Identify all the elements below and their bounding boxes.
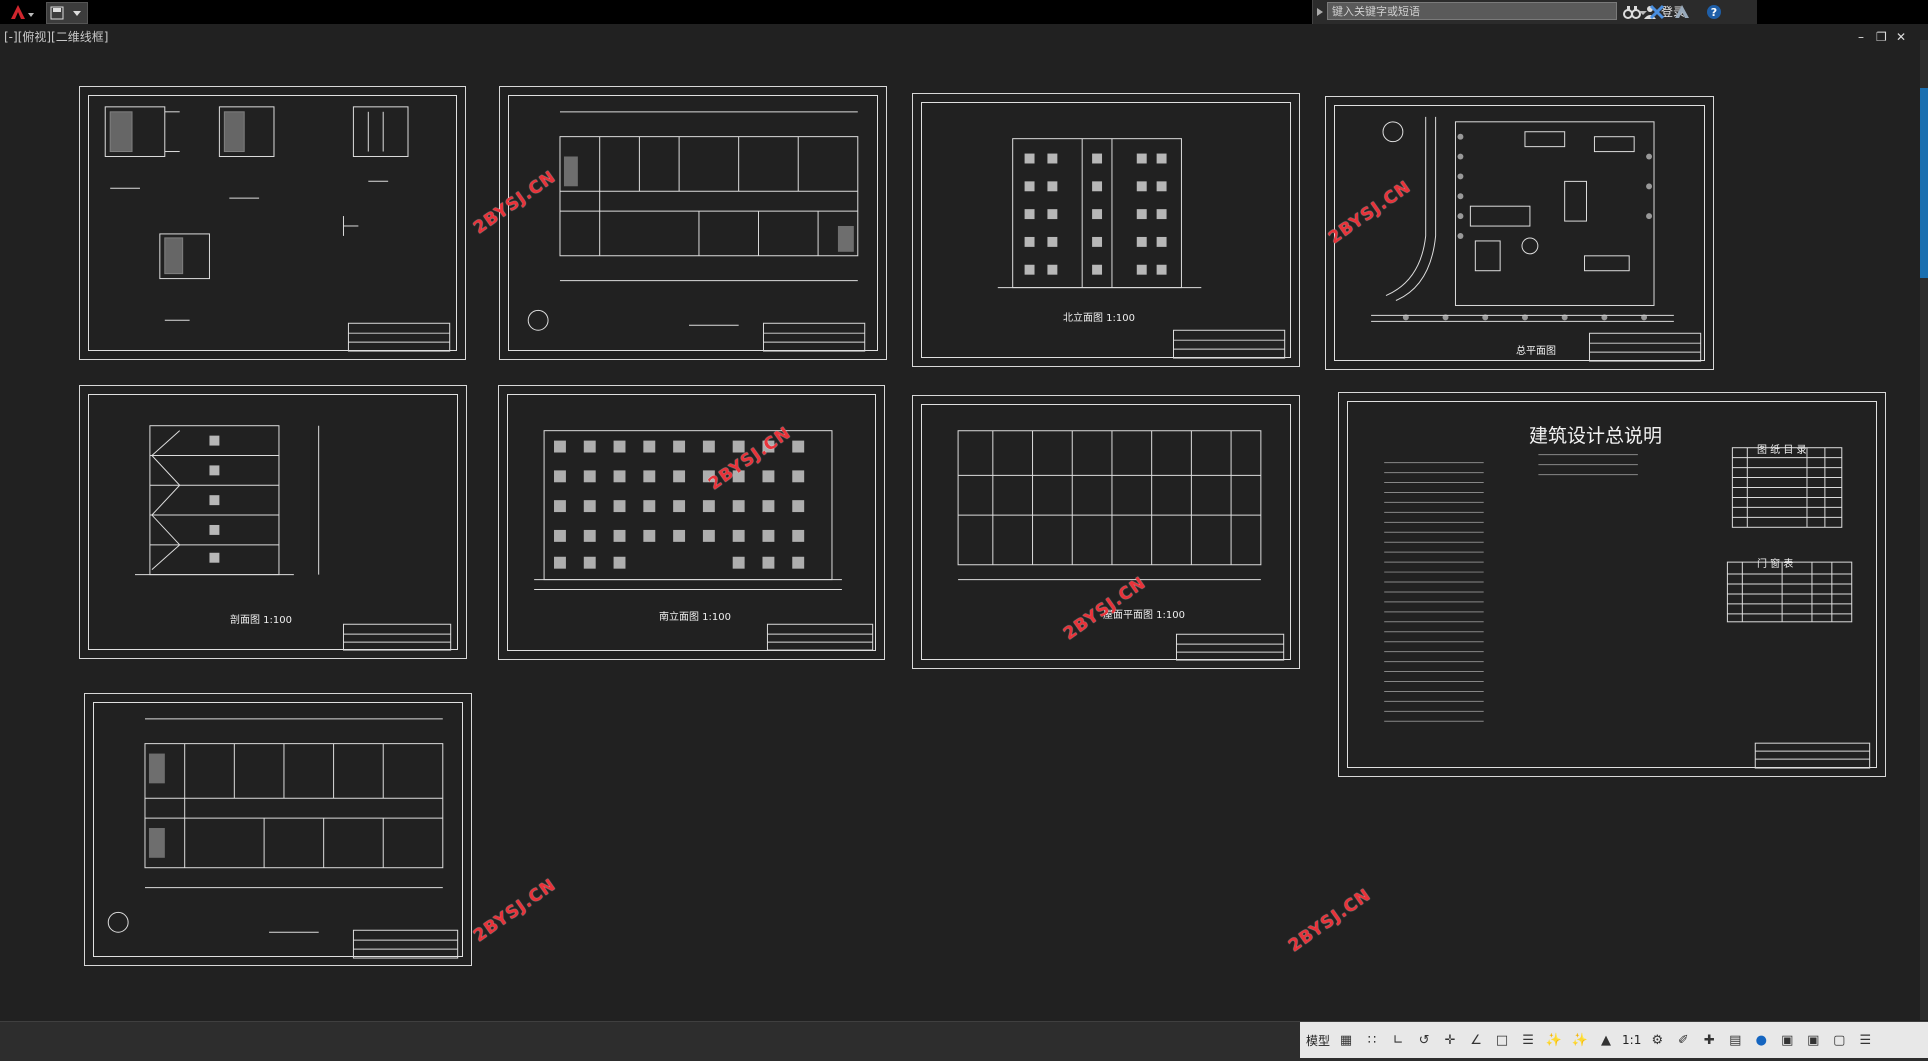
hardware-acceleration-icon[interactable]: ▣ [1803,1030,1823,1050]
units-icon[interactable]: ✚ [1699,1030,1719,1050]
autocad-logo-icon [11,5,34,19]
svg-text:?: ? [1711,6,1717,19]
sheet-title: 剖面图 1:100 [230,615,292,626]
object-snap-tracking-icon[interactable]: ∠ [1466,1030,1486,1050]
status-bar: 模型 ▦ ∷ ∟ ↺ ✛ ∠ □ ☰ ✨ ✨ ▲ 1:1 ⚙ ✐ ✚ ▤ ● ▣… [0,1021,1928,1061]
site-plan-drawing [1371,116,1702,362]
quick-properties-icon[interactable]: ▤ [1725,1030,1745,1050]
sheet-south-elevation[interactable]: 南立面图 1:100 [498,385,885,660]
auto-scale-icon[interactable]: ✨ [1570,1030,1590,1050]
lineweight-icon[interactable]: ☰ [1518,1030,1538,1050]
workspace-gear-icon[interactable]: ⚙ [1647,1030,1667,1050]
quick-access-save-button[interactable] [46,2,88,24]
roof-plan-drawing [957,430,1285,661]
door-window-table-title: 门 窗 表 [1757,559,1794,570]
sheet-floor-plan-1[interactable] [499,86,887,360]
exchange-apps-icon[interactable] [1648,3,1666,21]
annotation-monitor-icon[interactable]: ✐ [1673,1030,1693,1050]
sheet-title: 总平面图 [1516,346,1556,357]
sheet-stair-details[interactable] [79,86,466,360]
sheet-roof-plan[interactable]: 屋面平面图 1:100 [912,395,1300,669]
save-icon [50,6,81,20]
drawing-index-title: 图 纸 目 录 [1757,445,1807,456]
viewport-controls-label[interactable]: [-][俯视][二维线框] [4,28,108,45]
model-space-button[interactable]: 模型 [1306,1029,1330,1051]
top-bar: 登录 ? [0,0,1928,24]
lock-ui-icon[interactable]: ● [1751,1030,1771,1050]
search-input[interactable] [1327,2,1617,20]
sheet-north-elevation[interactable]: 北立面图 1:100 [912,93,1300,367]
north-elevation-drawing [997,138,1286,359]
annotation-scale-icon[interactable]: ▲ [1596,1030,1616,1050]
clean-screen-icon[interactable]: ▢ [1829,1030,1849,1050]
minimize-drawing-button[interactable]: – [1858,30,1864,44]
annotation-scale-value[interactable]: 1:1 [1622,1029,1641,1051]
login-dropdown-icon[interactable] [1639,3,1647,21]
grid-icon[interactable]: ▦ [1336,1030,1356,1050]
restore-drawing-button[interactable]: ❐ [1876,30,1887,44]
scroll-thumb[interactable] [1920,88,1928,278]
sheet-title: 北立面图 1:100 [1063,313,1135,324]
isodraft-icon[interactable]: ✛ [1440,1030,1460,1050]
snap-icon[interactable]: ∷ [1362,1030,1382,1050]
sheet-design-notes[interactable]: 建筑设计总说明 图 纸 目 录 门 窗 表 [1338,392,1886,777]
watermark: 2BYSJ.CN [1285,884,1376,957]
infocenter-bar: 登录 ? [1312,0,1757,24]
close-drawing-button[interactable]: ✕ [1896,30,1906,44]
polar-tracking-icon[interactable]: ↺ [1414,1030,1434,1050]
help-icon[interactable]: ? [1705,3,1723,21]
sheet-site-plan[interactable]: 总平面图 [1325,96,1714,370]
floor-plan-drawing [527,111,866,352]
application-menu-button[interactable] [0,0,42,24]
autodesk-account-icon[interactable] [1673,3,1691,21]
sheet-floor-plan-2[interactable] [84,693,472,966]
isolate-objects-icon[interactable]: ▣ [1777,1030,1797,1050]
watermark: 2BYSJ.CN [470,874,561,947]
sheet-title: 南立面图 1:100 [659,612,731,623]
sheet-section[interactable]: 剖面图 1:100 [79,385,467,659]
floor-plan-2-drawing [107,718,459,959]
status-bar-tools: 模型 ▦ ∷ ∟ ↺ ✛ ∠ □ ☰ ✨ ✨ ▲ 1:1 ⚙ ✐ ✚ ▤ ● ▣… [1300,1022,1928,1058]
ortho-icon[interactable]: ∟ [1388,1030,1408,1050]
customization-menu-icon[interactable]: ☰ [1855,1030,1875,1050]
stair-details-drawing [104,106,451,352]
annotation-visibility-icon[interactable]: ✨ [1544,1030,1564,1050]
object-snap-icon[interactable]: □ [1492,1030,1512,1050]
